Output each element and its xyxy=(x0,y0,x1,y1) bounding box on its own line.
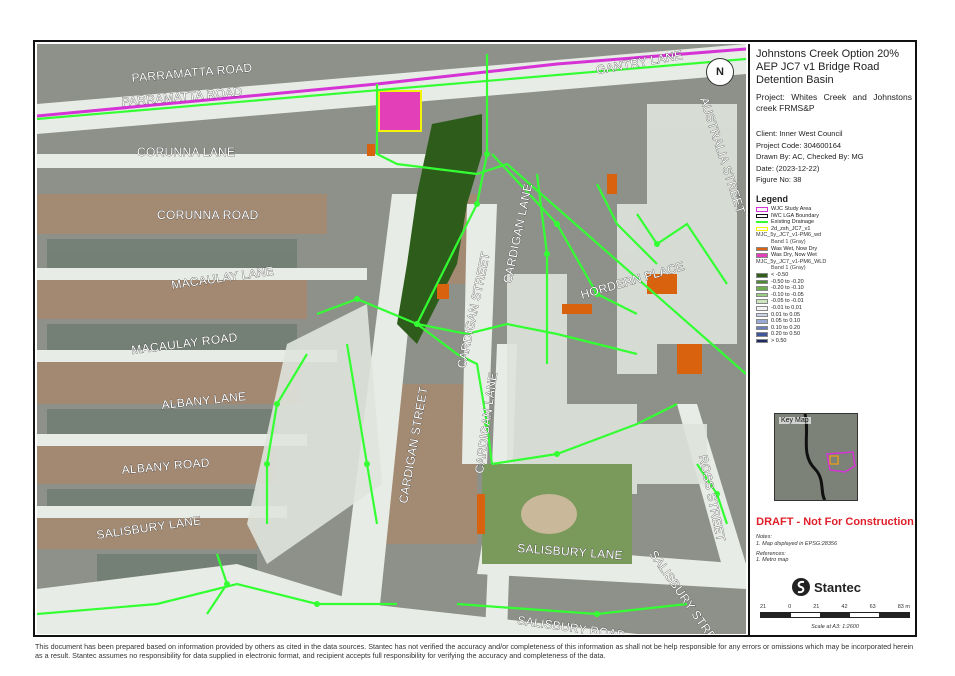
north-arrow-icon: N xyxy=(706,58,734,86)
legend-swatch xyxy=(756,312,768,318)
legend-swatch xyxy=(756,332,768,337)
legend-item: WJC Study Area xyxy=(756,206,914,213)
client-line: Client: Inner West Council xyxy=(756,129,843,138)
legend-item-label: 0.01 to 0.05 xyxy=(771,311,801,318)
legend-item: -0.05 to -0.01 xyxy=(756,298,914,305)
legend-item: Was Wet, Now Dry xyxy=(756,246,914,253)
disclaimer: This document has been prepared based on… xyxy=(35,642,914,660)
legend-item-label: -0.10 to -0.05 xyxy=(771,291,804,298)
legend: WJC Study Area IWC LGA Boundary Existing D… xyxy=(756,206,914,344)
legend-item: 0.01 to 0.05 xyxy=(756,312,914,319)
legend-item-label: 0.20 to 0.50 xyxy=(771,331,801,338)
street-label-corunna-road: CORUNNA ROAD xyxy=(157,208,259,222)
legend-item-label: MJC_5y_JC7_v1-PM6_WLD xyxy=(756,258,827,265)
legend-item: 0.10 to 0.20 xyxy=(756,325,914,332)
legend-swatch xyxy=(756,292,768,298)
key-map: Key Map xyxy=(774,413,858,501)
scale-bar-graphic xyxy=(760,612,910,618)
legend-item: MJC_5y_JC7_v1-PM6_wd xyxy=(756,232,914,239)
figure-line: Figure No: 38 xyxy=(756,175,802,184)
legend-swatch xyxy=(756,299,768,304)
legend-item: > 0.50 xyxy=(756,338,914,345)
legend-swatch xyxy=(756,253,768,258)
north-label: N xyxy=(716,66,724,78)
legend-item: Was Dry, Now Wet xyxy=(756,252,914,259)
legend-item: Band 1 (Gray) xyxy=(756,239,914,246)
legend-item-label: Band 1 (Gray) xyxy=(771,238,806,245)
legend-item: MJC_5y_JC7_v1-PM6_WLD xyxy=(756,259,914,266)
legend-swatch xyxy=(756,338,768,344)
scale-tick-label: 63 xyxy=(869,604,876,610)
key-map-label: Key Map xyxy=(779,417,811,424)
notes-title: Notes: xyxy=(756,534,772,540)
scale-tick-label: 0 xyxy=(788,604,792,610)
legend-swatch xyxy=(756,279,768,285)
legend-item: IWC LGA Boundary xyxy=(756,213,914,220)
legend-swatch xyxy=(756,305,768,311)
legend-item: -0.50 to -0.20 xyxy=(756,279,914,286)
scale-ticks: 21 0 21 42 63 83 m xyxy=(760,604,910,610)
legend-item: 0.20 to 0.50 xyxy=(756,331,914,338)
scale-text: Scale at A3: 1:2600 xyxy=(811,624,859,630)
map-canvas[interactable]: PARRAMATTA ROAD PARRAMATTA ROAD GANTRY L… xyxy=(37,44,746,634)
legend-item-label: > 0.50 xyxy=(771,337,787,344)
draft-stamp: DRAFT - Not For Construction xyxy=(756,516,914,528)
legend-item-label: -0.50 to -0.20 xyxy=(771,278,804,285)
references-title: References: xyxy=(756,550,786,557)
scale-tick-label: 42 xyxy=(841,604,848,610)
legend-item-label: WJC Study Area xyxy=(771,206,812,212)
legend-swatch xyxy=(756,246,768,252)
scale-tick-label: 21 xyxy=(760,604,767,610)
legend-swatch xyxy=(756,213,768,219)
legend-item-label: Existing Drainage xyxy=(771,219,815,226)
notes-text: 1. Map displayed in EPSG:28356 xyxy=(756,540,838,547)
key-map-image xyxy=(775,414,857,500)
drawn-by-line: Drawn By: AC, Checked By: MG xyxy=(756,152,864,161)
street-label-corunna-lane: CORUNNA LANE xyxy=(137,145,235,159)
legend-item-label: MJC_5y_JC7_v1-PM6_wd xyxy=(756,232,822,239)
brand-name: Stantec xyxy=(814,579,861,595)
legend-item-label: Band 1 (Gray) xyxy=(771,265,806,272)
notes-block: Notes: 1. Map displayed in EPSG:28356 Re… xyxy=(756,534,837,564)
legend-item: -0.20 to -0.10 xyxy=(756,285,914,292)
legend-item: -0.01 to 0.01 xyxy=(756,305,914,312)
map-title: Johnstons Creek Option 20% AEP JC7 v1 Br… xyxy=(756,48,900,86)
legend-swatch xyxy=(756,221,768,224)
project-code-line: Project Code: 304600164 xyxy=(756,140,842,150)
legend-item: < -0.50 xyxy=(756,272,914,279)
legend-item-label: 0.10 to 0.20 xyxy=(771,324,801,331)
legend-item: Existing Drainage xyxy=(756,219,914,226)
legend-item: 2d_zsh_JC7_v1 xyxy=(756,226,914,233)
stantec-logo: Stantec xyxy=(792,578,861,596)
legend-title: Legend xyxy=(756,194,789,204)
legend-item-label: -0.01 to 0.01 xyxy=(771,304,802,311)
map-metadata: Client: Inner West Council Project Code:… xyxy=(756,128,864,186)
legend-swatch xyxy=(756,226,768,232)
legend-swatch xyxy=(756,272,768,278)
legend-item-label: Was Dry, Now Wet xyxy=(771,252,817,259)
legend-item: 0.05 to 0.10 xyxy=(756,318,914,325)
legend-item-label: Was Wet, Now Dry xyxy=(771,245,818,252)
scale-bar: 21 0 21 42 63 83 m Scale at A3: 1:2600 xyxy=(760,604,910,630)
scale-tick-label: 83 m xyxy=(897,604,910,610)
legend-item-label: -0.20 to -0.10 xyxy=(771,285,804,292)
legend-item-label: -0.05 to -0.01 xyxy=(771,298,804,305)
references-text: 1. Metro map xyxy=(756,557,789,564)
legend-swatch xyxy=(756,325,768,331)
date-line: Date: (2023-12-22) xyxy=(756,163,820,173)
legend-item-label: < -0.50 xyxy=(771,271,789,278)
legend-item-label: 2d_zsh_JC7_v1 xyxy=(771,225,811,232)
legend-swatch xyxy=(756,207,768,212)
legend-swatch xyxy=(756,286,768,291)
stantec-logo-icon xyxy=(792,578,810,596)
legend-item-label: 0.05 to 0.10 xyxy=(771,318,801,325)
title-panel: Johnstons Creek Option 20% AEP JC7 v1 Br… xyxy=(748,44,915,635)
project-line: Project: Whites Creek and Johnstons cree… xyxy=(756,92,912,113)
legend-item: Band 1 (Gray) xyxy=(756,265,914,272)
legend-item-label: IWC LGA Boundary xyxy=(771,212,819,219)
legend-item: -0.10 to -0.05 xyxy=(756,292,914,299)
legend-swatch xyxy=(756,319,768,324)
scale-tick-label: 21 xyxy=(813,604,820,610)
map-imagery: PARRAMATTA ROAD PARRAMATTA ROAD GANTRY L… xyxy=(37,44,746,634)
